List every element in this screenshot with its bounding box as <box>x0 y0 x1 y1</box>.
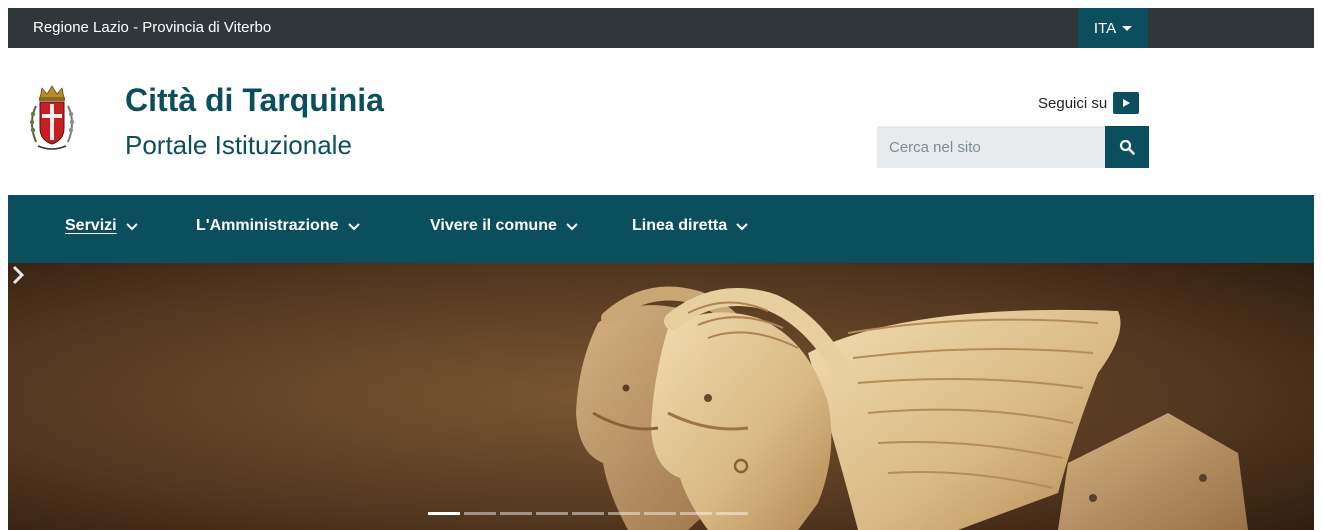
youtube-icon[interactable] <box>1113 92 1140 114</box>
search-form <box>877 126 1149 168</box>
site-subtitle[interactable]: Portale Istituzionale <box>125 132 352 158</box>
language-label: ITA <box>1093 19 1117 37</box>
chevron-down-icon <box>125 222 138 230</box>
carousel-indicators <box>428 512 748 515</box>
search-icon <box>1119 139 1135 155</box>
nav-item-servizi[interactable]: Servizi <box>65 217 139 235</box>
crest-logo[interactable] <box>24 84 80 156</box>
nav-item-vivere-il-comune[interactable]: Vivere il comune <box>430 217 579 235</box>
chevron-down-icon <box>566 222 578 230</box>
carousel-dot[interactable] <box>716 512 748 515</box>
main-nav: Servizi L'Amministrazione Vivere il comu… <box>8 195 1314 263</box>
top-bar: Regione Lazio - Provincia di Viterbo ITA <box>8 8 1314 48</box>
carousel-dot[interactable] <box>500 512 532 515</box>
carousel-dot[interactable] <box>428 512 460 515</box>
caret-down-icon <box>1122 25 1133 31</box>
follow-label: Seguici su <box>1038 94 1108 112</box>
nav-item-label: Vivere il comune <box>430 217 557 234</box>
site-header: Città di Tarquinia Portale Istituzionale… <box>8 48 1314 195</box>
carousel-dot[interactable] <box>680 512 712 515</box>
search-button[interactable] <box>1105 126 1149 168</box>
site-title[interactable]: Città di Tarquinia <box>125 84 384 116</box>
language-selector[interactable]: ITA <box>1078 8 1148 48</box>
chevron-down-icon <box>736 222 748 230</box>
hero-carousel <box>8 263 1314 530</box>
carousel-dot[interactable] <box>572 512 604 515</box>
carousel-dot[interactable] <box>536 512 568 515</box>
nav-item-label: Servizi <box>65 217 117 234</box>
nav-item-linea-diretta[interactable]: Linea diretta <box>632 217 749 235</box>
nav-item-amministrazione[interactable]: L'Amministrazione <box>196 217 361 235</box>
carousel-dot[interactable] <box>464 512 496 515</box>
social-follow: Seguici su <box>1038 92 1140 114</box>
carousel-dot[interactable] <box>644 512 676 515</box>
page-frame: Regione Lazio - Provincia di Viterbo ITA <box>8 8 1314 530</box>
carousel-dot[interactable] <box>608 512 640 515</box>
region-link[interactable]: Regione Lazio - Provincia di Viterbo <box>33 19 271 36</box>
nav-item-label: L'Amministrazione <box>196 217 339 234</box>
hero-image-winged-horses <box>8 263 1314 530</box>
search-input[interactable] <box>877 126 1105 168</box>
chevron-right-icon[interactable] <box>8 263 28 287</box>
chevron-down-icon <box>347 222 360 230</box>
nav-item-label: Linea diretta <box>632 217 728 234</box>
